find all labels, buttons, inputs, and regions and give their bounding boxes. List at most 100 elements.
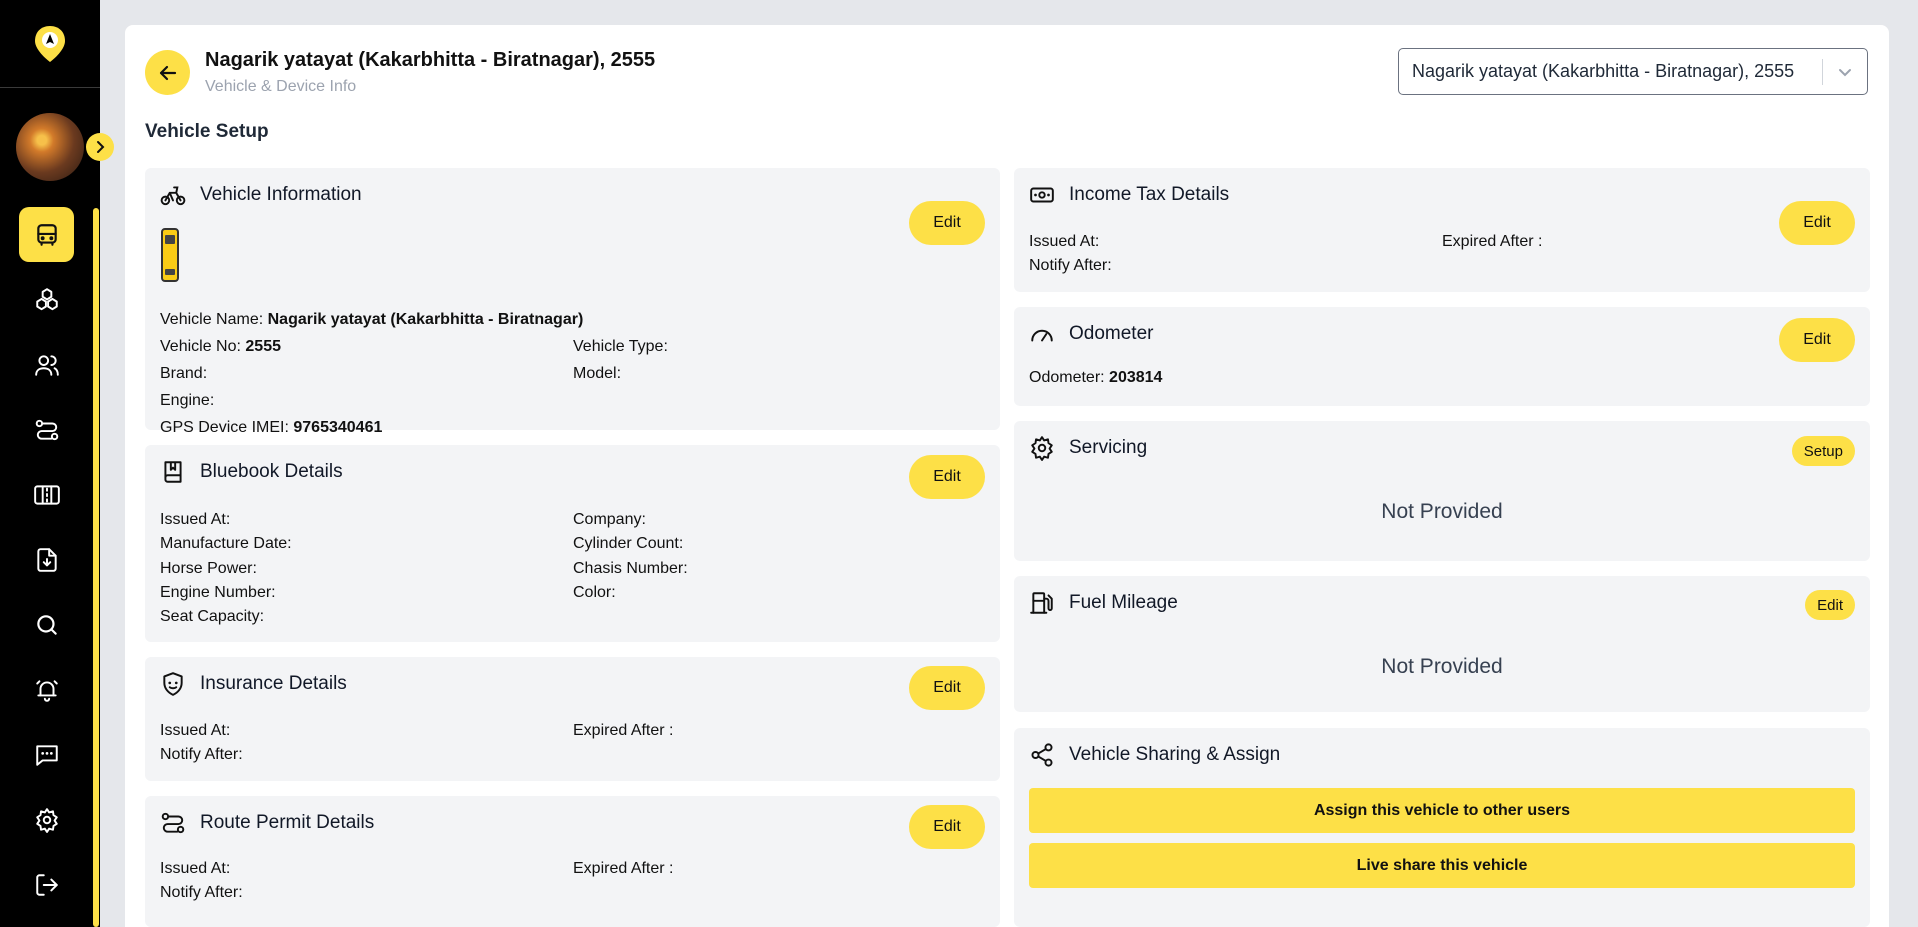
bicycle-icon bbox=[160, 186, 186, 206]
assign-vehicle-button[interactable]: Assign this vehicle to other users bbox=[1029, 788, 1855, 833]
page-title: Nagarik yatayat (Kakarbhitta - Biratnaga… bbox=[205, 49, 656, 71]
route-permit-notify-after: Notify After: bbox=[160, 884, 243, 901]
income-tax-notify-after: Notify After: bbox=[1029, 257, 1112, 274]
insurance-expired-after: Expired After : bbox=[573, 722, 674, 739]
search-icon bbox=[36, 614, 57, 635]
insurance-notify-after: Notify After: bbox=[160, 746, 243, 763]
sidebar-item-reports[interactable] bbox=[19, 532, 74, 587]
users-icon bbox=[34, 354, 59, 376]
shield-icon bbox=[163, 672, 183, 696]
servicing-card: Servicing Setup Not Provided bbox=[1014, 421, 1870, 561]
gps-imei-field: GPS Device IMEI: 9765340461 bbox=[160, 419, 383, 436]
avatar[interactable] bbox=[16, 113, 84, 181]
vehicle-no-field: Vehicle No: 2555 bbox=[160, 338, 281, 355]
card-title: Vehicle Information bbox=[200, 184, 362, 205]
bluebook-engine-number: Engine Number: bbox=[160, 584, 276, 601]
sidebar-item-settings[interactable] bbox=[19, 792, 74, 847]
arrow-left-icon bbox=[159, 65, 176, 80]
select-divider bbox=[1822, 59, 1823, 85]
engine-field: Engine: bbox=[160, 392, 215, 409]
money-icon bbox=[1030, 187, 1054, 203]
vehicle-name-field: Vehicle Name: Nagarik yatayat (Kakarbhit… bbox=[160, 311, 584, 328]
income-tax-edit-button[interactable]: Edit bbox=[1779, 201, 1855, 245]
live-share-button[interactable]: Live share this vehicle bbox=[1029, 843, 1855, 888]
odometer-edit-button[interactable]: Edit bbox=[1779, 318, 1855, 362]
fuel-mileage-card: Fuel Mileage Edit Not Provided bbox=[1014, 576, 1870, 712]
sidebar-item-groups[interactable] bbox=[19, 272, 74, 327]
route-icon bbox=[35, 419, 58, 440]
chevron-down-icon bbox=[1839, 69, 1851, 77]
bluebook-company: Company: bbox=[573, 511, 646, 528]
odometer-field: Odometer: 203814 bbox=[1029, 369, 1163, 386]
app-logo[interactable] bbox=[0, 0, 100, 88]
route-permit-edit-button[interactable]: Edit bbox=[909, 805, 985, 849]
download-file-icon bbox=[36, 547, 57, 572]
income-tax-issued-at: Issued At: bbox=[1029, 233, 1100, 250]
sidebar-item-users[interactable] bbox=[19, 337, 74, 392]
main-content: Nagarik yatayat (Kakarbhitta - Biratnaga… bbox=[125, 25, 1889, 927]
fuel-mileage-edit-button[interactable]: Edit bbox=[1805, 590, 1855, 620]
sidebar-item-routes[interactable] bbox=[19, 402, 74, 457]
bluebook-cylinder-count: Cylinder Count: bbox=[573, 535, 684, 552]
bluebook-edit-button[interactable]: Edit bbox=[909, 455, 985, 499]
expand-sidebar-button[interactable] bbox=[86, 133, 114, 161]
chevron-right-icon bbox=[97, 141, 105, 153]
card-title: Servicing bbox=[1069, 437, 1148, 458]
sidebar-item-messages[interactable] bbox=[19, 727, 74, 782]
sidebar-item-logout[interactable] bbox=[19, 857, 74, 912]
card-title: Odometer bbox=[1069, 323, 1154, 344]
sidebar-item-alerts[interactable] bbox=[19, 662, 74, 717]
bluebook-seat-capacity: Seat Capacity: bbox=[160, 608, 265, 625]
insurance-edit-button[interactable]: Edit bbox=[909, 666, 985, 710]
speedometer-icon bbox=[1031, 329, 1053, 342]
vehicle-type-field: Vehicle Type: bbox=[573, 338, 668, 355]
section-title: Vehicle Setup bbox=[145, 121, 269, 142]
vehicle-select[interactable]: Nagarik yatayat (Kakarbhitta - Biratnaga… bbox=[1398, 48, 1868, 95]
vehicle-image bbox=[161, 228, 179, 282]
sidebar-item-search[interactable] bbox=[19, 597, 74, 652]
model-field: Model: bbox=[573, 365, 622, 382]
share-icon bbox=[1031, 743, 1053, 767]
bookmark-book-icon bbox=[164, 461, 182, 483]
servicing-setup-button[interactable]: Setup bbox=[1791, 436, 1855, 466]
income-tax-expired-after: Expired After : bbox=[1442, 233, 1543, 250]
sidebar-scroll-rail bbox=[93, 208, 99, 927]
route-permit-card: Route Permit Details Edit Issued At: Exp… bbox=[145, 796, 1000, 927]
fuel-mileage-status: Not Provided bbox=[1381, 655, 1503, 678]
vehicle-sharing-card: Vehicle Sharing & Assign Assign this veh… bbox=[1014, 728, 1870, 927]
bluebook-horse-power: Horse Power: bbox=[160, 560, 257, 577]
income-tax-card: Income Tax Details Edit Issued At: Expir… bbox=[1014, 168, 1870, 292]
logout-icon bbox=[35, 873, 58, 896]
gear-icon bbox=[35, 807, 58, 833]
bus-icon bbox=[36, 223, 57, 246]
card-title: Bluebook Details bbox=[200, 461, 343, 482]
card-title: Vehicle Sharing & Assign bbox=[1069, 744, 1281, 765]
route-icon bbox=[161, 812, 185, 834]
bluebook-card: Bluebook Details Edit Issued At: Company… bbox=[145, 445, 1000, 642]
card-title: Fuel Mileage bbox=[1069, 592, 1178, 613]
vehicle-info-edit-button[interactable]: Edit bbox=[909, 201, 985, 245]
sidebar-item-vehicles[interactable] bbox=[19, 207, 74, 262]
alarm-bell-icon bbox=[35, 679, 58, 702]
chat-icon bbox=[35, 744, 58, 766]
road-icon bbox=[33, 484, 60, 505]
gear-icon bbox=[1031, 436, 1053, 461]
brand-field: Brand: bbox=[160, 365, 208, 382]
fuel-pump-icon bbox=[1030, 592, 1053, 614]
bluebook-color: Color: bbox=[573, 584, 616, 601]
sidebar-item-roads[interactable] bbox=[19, 467, 74, 522]
insurance-card: Insurance Details Edit Issued At: Expire… bbox=[145, 657, 1000, 781]
servicing-status: Not Provided bbox=[1381, 500, 1503, 523]
cubes-icon bbox=[35, 287, 58, 310]
page-scrollbar[interactable] bbox=[1910, 0, 1918, 927]
route-permit-expired-after: Expired After : bbox=[573, 860, 674, 877]
sidebar bbox=[0, 0, 114, 927]
vehicle-select-value: Nagarik yatayat (Kakarbhitta - Biratnaga… bbox=[1412, 61, 1795, 81]
card-title: Income Tax Details bbox=[1069, 184, 1230, 205]
odometer-card: Odometer Edit Odometer: 203814 bbox=[1014, 307, 1870, 406]
vehicle-information-card: Vehicle Information Edit Vehicle Name: N… bbox=[145, 168, 1000, 436]
card-title: Route Permit Details bbox=[200, 812, 375, 833]
insurance-issued-at: Issued At: bbox=[160, 722, 231, 739]
page-subtitle: Vehicle & Device Info bbox=[205, 78, 357, 95]
back-button[interactable] bbox=[145, 50, 190, 95]
